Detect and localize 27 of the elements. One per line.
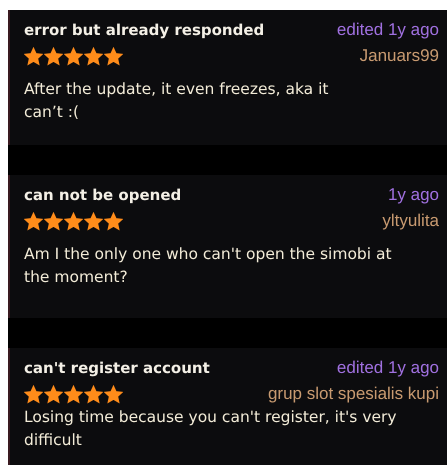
star-icon <box>64 212 83 230</box>
star-icon <box>104 46 123 66</box>
review-title: error but already responded <box>24 21 264 39</box>
review-author: yltyulita <box>382 211 439 231</box>
review-text: After the update, it even freezes, aka it can’t :( <box>24 79 330 123</box>
star-icon <box>44 212 63 230</box>
review-time: 1y ago <box>388 185 439 205</box>
star-icon <box>84 212 103 230</box>
star-icon <box>24 212 43 230</box>
review-time: edited 1y ago <box>336 20 439 40</box>
review-text: Am I the only one who can't open the simobi at the moment? <box>24 244 393 288</box>
star-icon <box>64 384 83 404</box>
star-icon <box>64 46 83 66</box>
review-author: Januars99 <box>360 46 439 66</box>
star-icon <box>104 212 123 230</box>
star-icon <box>104 384 123 404</box>
star-icon <box>84 46 103 66</box>
star-icon <box>24 384 43 404</box>
star-icon <box>24 46 43 66</box>
star-icon <box>44 384 63 404</box>
review-title: can't register account <box>24 359 210 377</box>
star-icon <box>84 384 103 404</box>
review-text: Losing time because you can't register, it's very difficult <box>24 407 398 451</box>
review-author: grup slot spesialis kupi <box>268 384 439 404</box>
star-icon <box>44 46 63 66</box>
review-title: can not be opened <box>24 186 182 204</box>
review-time: edited 1y ago <box>336 358 439 378</box>
